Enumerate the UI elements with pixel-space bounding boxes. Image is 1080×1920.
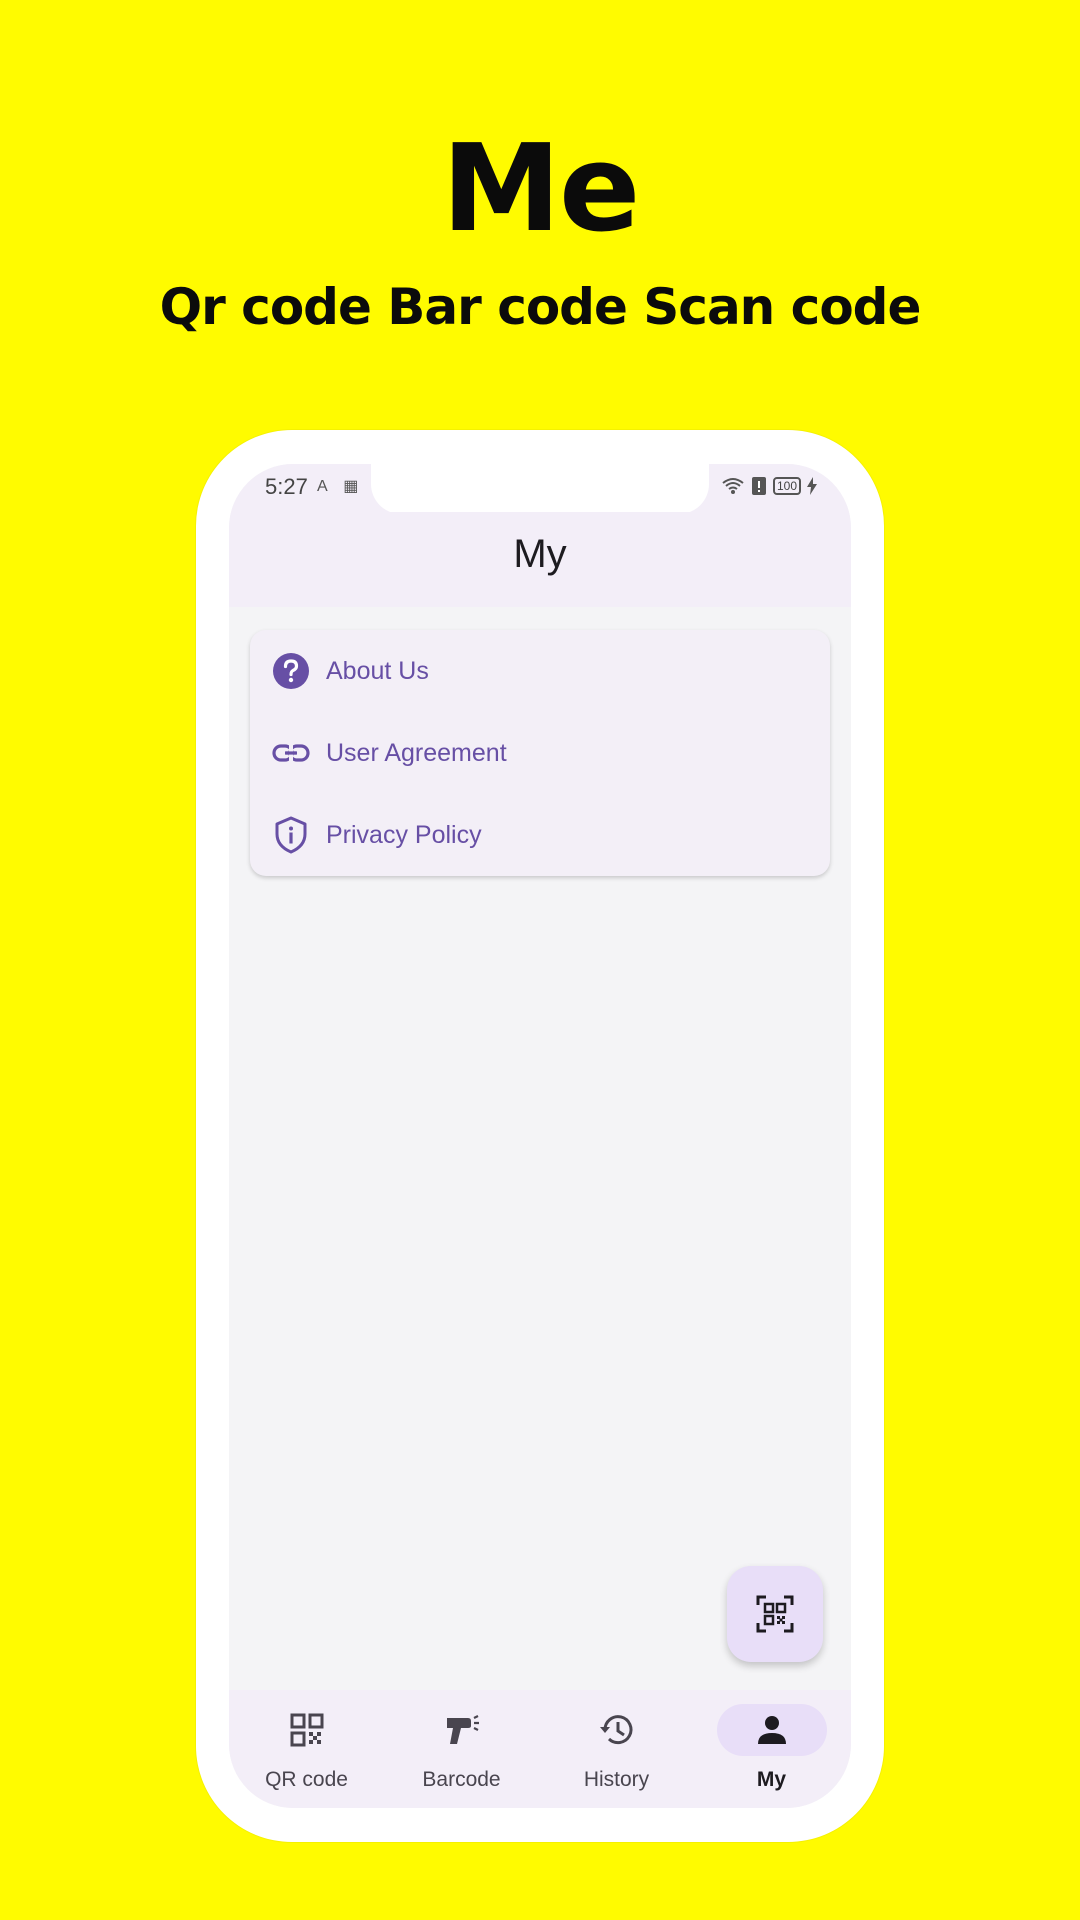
history-icon [600, 1715, 633, 1745]
app-bar: My [229, 512, 851, 607]
link-icon [272, 744, 310, 762]
nav-item-history[interactable]: History [539, 1690, 694, 1808]
nav-item-my[interactable]: My [694, 1690, 849, 1808]
scan-fab-button[interactable] [727, 1566, 823, 1662]
menu-item-label: User Agreement [326, 738, 507, 767]
page-title: My [513, 532, 567, 576]
person-icon [758, 1716, 786, 1744]
shield-info-icon [275, 816, 307, 854]
promo-title: Me [441, 120, 641, 259]
barcode-scanner-icon [447, 1715, 479, 1744]
help-circle-icon [273, 653, 309, 689]
qr-code-icon [290, 1713, 324, 1747]
nav-label: My [756, 1768, 787, 1791]
promo-subtitle: Qr code Bar code Scan code [159, 278, 922, 336]
sim-alert-icon [751, 477, 766, 495]
menu-item-privacy-policy[interactable]: Privacy Policy [250, 794, 830, 876]
menu-item-label: Privacy Policy [326, 820, 482, 849]
nav-item-qr-code[interactable]: QR code [229, 1690, 384, 1808]
menu-item-about-us[interactable]: About Us [250, 630, 830, 712]
battery-indicator: 100 [772, 477, 801, 495]
camera-notch [371, 464, 709, 514]
nav-label: QR code [265, 1768, 348, 1791]
nav-label: History [583, 1768, 650, 1791]
nav-label: Barcode [422, 1768, 501, 1791]
status-right: 100 [721, 476, 817, 496]
bottom-navigation: QR code Barcode History My [229, 1690, 851, 1808]
qr-scan-icon [756, 1595, 794, 1633]
charging-icon [807, 477, 817, 495]
settings-menu-card: About Us User Agreement Privacy Policy [250, 630, 830, 876]
menu-item-user-agreement[interactable]: User Agreement [250, 712, 830, 794]
nav-item-barcode[interactable]: Barcode [384, 1690, 539, 1808]
phone-screen: 5:27 A ▦ ○ 100 My About Us User Agreemen… [229, 464, 851, 1808]
wifi-icon [722, 478, 744, 494]
status-time: 5:27 [265, 474, 308, 499]
menu-item-label: About Us [326, 656, 429, 685]
